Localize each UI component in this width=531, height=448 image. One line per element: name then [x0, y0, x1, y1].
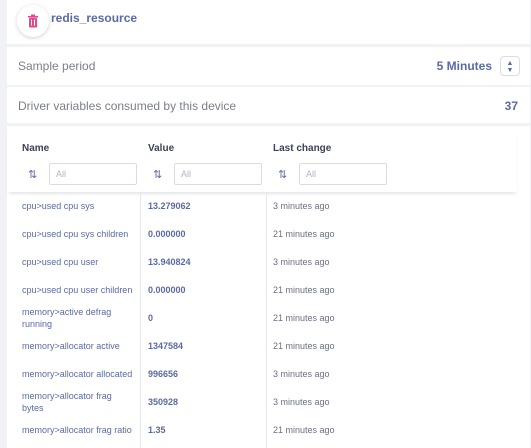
column-header-last-change[interactable]: Last change [273, 143, 331, 154]
table-row[interactable]: memory>allocator allocated 996656 3 minu… [7, 360, 530, 388]
table-row[interactable]: cpu>used cpu sys 13.279062 3 minutes ago [7, 192, 530, 220]
cell-last-change: 21 minutes ago [273, 285, 335, 295]
cell-last-change: 21 minutes ago [273, 425, 335, 435]
cell-last-change: 21 minutes ago [273, 229, 335, 239]
cell-value: 13.940824 [148, 257, 191, 267]
driver-variables-count: 37 [504, 99, 518, 113]
cell-last-change: 3 minutes ago [273, 369, 330, 379]
chevron-up-icon: ▲ [506, 60, 514, 67]
sample-period-label: Sample period [18, 59, 96, 73]
sample-period-row: Sample period 5 Minutes ▲ ▼ [7, 47, 530, 85]
cell-last-change: 21 minutes ago [273, 313, 335, 323]
driver-variables-row: Driver variables consumed by this device… [7, 87, 530, 123]
sample-period-select[interactable]: ▲ ▼ [500, 56, 520, 76]
cell-value: 0.000000 [148, 285, 186, 295]
last-change-filter-input[interactable] [299, 163, 387, 185]
column-header-value[interactable]: Value [148, 143, 174, 154]
cell-last-change: 3 minutes ago [273, 257, 330, 267]
table-row[interactable]: memory>active defrag running 0 21 minute… [7, 304, 530, 332]
table-row[interactable]: memory>allocator frag ratio 1.35 21 minu… [7, 416, 530, 444]
name-filter-input[interactable] [49, 163, 137, 185]
cell-name: memory>allocator active [22, 341, 120, 351]
sort-icon[interactable]: ⇅ [278, 168, 287, 181]
cell-name: memory>allocator frag bytes [22, 391, 112, 413]
cell-value: 996656 [148, 369, 179, 379]
cell-name: cpu>used cpu user [22, 257, 99, 267]
table-row[interactable]: memory>allocator frag bytes 350928 3 min… [7, 388, 530, 416]
value-filter-input[interactable] [174, 163, 262, 185]
cell-value: 13.279062 [148, 201, 191, 211]
cell-last-change: 3 minutes ago [273, 397, 330, 407]
avatar[interactable] [17, 5, 49, 37]
cell-value: 1347584 [148, 341, 184, 351]
cell-name: cpu>used cpu user children [22, 285, 133, 295]
variables-table: Name Value Last change ⇅ ⇅ ⇅ cpu>used cp… [7, 126, 530, 448]
trash-icon [28, 14, 38, 28]
table-row[interactable]: cpu>used cpu sys children 0.000000 21 mi… [7, 220, 530, 248]
driver-variables-label: Driver variables consumed by this device [18, 99, 237, 113]
table-row[interactable]: memory>allocator active 1347584 21 minut… [7, 332, 530, 360]
cell-last-change: 21 minutes ago [273, 341, 335, 351]
cell-name: memory>active defrag running [22, 307, 112, 329]
column-header-name[interactable]: Name [22, 143, 49, 154]
cell-value: 1.35 [148, 425, 166, 435]
page-title: redis_resource [51, 11, 138, 25]
table-row[interactable]: cpu>used cpu user children 0.000000 21 m… [7, 276, 530, 304]
table-row[interactable]: cpu>used cpu user 13.940824 3 minutes ag… [7, 248, 530, 276]
sort-icon[interactable]: ⇅ [28, 168, 37, 181]
device-header: redis_resource [7, 0, 530, 44]
table-header: Name Value Last change ⇅ ⇅ ⇅ [7, 126, 517, 192]
cell-last-change: 3 minutes ago [273, 201, 330, 211]
sort-icon[interactable]: ⇅ [153, 168, 162, 181]
cell-value: 0 [148, 313, 154, 323]
chevron-down-icon: ▼ [506, 67, 514, 74]
cell-name: memory>allocator frag ratio [22, 425, 132, 435]
cell-value: 350928 [148, 397, 179, 407]
cell-name: cpu>used cpu sys children [22, 229, 129, 239]
cell-name: memory>allocator allocated [22, 369, 133, 379]
sample-period-value: 5 Minutes [436, 59, 492, 73]
cell-name: cpu>used cpu sys [22, 201, 95, 211]
cell-value: 0.000000 [148, 229, 186, 239]
